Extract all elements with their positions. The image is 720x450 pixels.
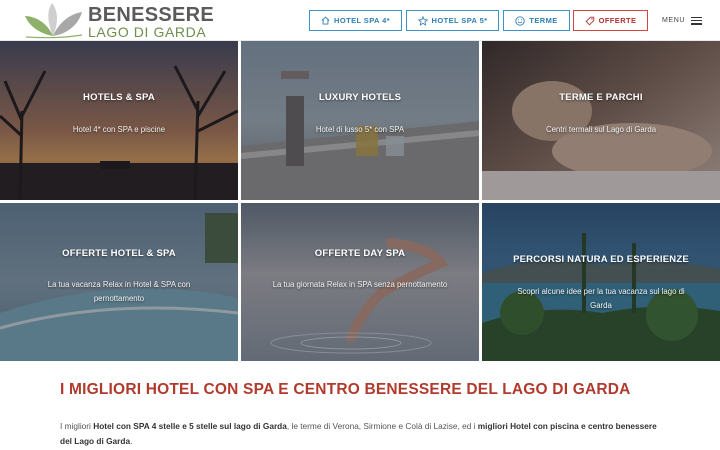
star-icon xyxy=(417,15,428,26)
site-header: BENESSERE LAGO DI GARDA HOTEL SPA 4* HOT… xyxy=(0,0,720,41)
logo-title: BENESSERE xyxy=(88,4,215,26)
para-text: . xyxy=(130,436,133,446)
nav-offerte-label: OFFERTE xyxy=(598,16,637,25)
tile-terme-parchi[interactable]: TERME E PARCHI Centri termali sul Lago d… xyxy=(482,41,720,200)
nav-hotel-spa-4-button[interactable]: HOTEL SPA 4* xyxy=(309,10,402,31)
logo-subtitle: LAGO DI GARDA xyxy=(88,24,207,40)
nav-offerte-button[interactable]: OFFERTE xyxy=(573,10,648,31)
tile-overlay xyxy=(482,41,720,200)
smile-icon xyxy=(515,15,526,26)
tile-title: OFFERTE DAY SPA xyxy=(314,248,406,259)
nav-hotel-spa-4-label: HOTEL SPA 4* xyxy=(334,16,390,25)
menu-label: MENU xyxy=(662,17,686,24)
tile-overlay xyxy=(241,41,479,200)
tile-hotels-spa[interactable]: HOTELS & SPA Hotel 4* con SPA e piscine xyxy=(0,41,238,200)
nav-terme-button[interactable]: TERME xyxy=(503,10,570,31)
tile-title: LUXURY HOTELS xyxy=(318,92,402,103)
intro-paragraph: I migliori Hotel con SPA 4 stelle e 5 st… xyxy=(60,419,660,449)
para-text: I migliori xyxy=(60,421,94,431)
tile-subtitle: Centri termali sul Lago di Garda xyxy=(545,125,657,134)
tile-title: PERCORSI NATURA ED ESPERIENZE xyxy=(513,254,689,265)
tile-offerte-hotel-spa[interactable]: OFFERTE HOTEL & SPA La tua vacanza Relax… xyxy=(0,203,238,361)
menu-toggle[interactable]: MENU xyxy=(662,14,703,27)
tile-title: OFFERTE HOTEL & SPA xyxy=(62,248,176,259)
nav-terme-label: TERME xyxy=(529,16,558,25)
leaf-logo-icon xyxy=(25,3,83,39)
para-bold-text: Hotel con SPA 4 stelle e 5 stelle sul la… xyxy=(93,421,287,431)
tile-luxury-hotels[interactable]: LUXURY HOTELS Hotel di lusso 5* con SPA xyxy=(241,41,479,200)
site-logo[interactable]: BENESSERE LAGO DI GARDA xyxy=(22,2,214,39)
tile-subtitle: Scopri alcune idee per la tua vacanza su… xyxy=(517,287,685,310)
page-headline: I MIGLIORI HOTEL CON SPA E CENTRO BENESS… xyxy=(60,381,631,398)
tile-title: TERME E PARCHI xyxy=(559,92,643,103)
tag-icon xyxy=(585,16,594,25)
nav-hotel-spa-5-label: HOTEL SPA 5* xyxy=(431,16,488,25)
nav-hotel-spa-5-button[interactable]: HOTEL SPA 5* xyxy=(406,10,499,31)
tile-offerte-day-spa[interactable]: OFFERTE DAY SPA La tua giornata Relax in… xyxy=(241,203,479,361)
tile-overlay xyxy=(482,203,720,361)
hamburger-icon xyxy=(691,16,703,25)
tile-overlay xyxy=(0,41,238,200)
tile-subtitle: Hotel di lusso 5* con SPA xyxy=(315,125,405,134)
house-icon xyxy=(321,16,330,25)
tile-title: HOTELS & SPA xyxy=(83,92,155,103)
tile-subtitle: La tua vacanza Relax in Hotel & SPA con … xyxy=(47,280,191,303)
tile-subtitle: Hotel 4* con SPA e piscine xyxy=(72,125,166,134)
tile-percorsi-natura[interactable]: PERCORSI NATURA ED ESPERIENZE Scopri alc… xyxy=(482,203,720,361)
para-text: , le terme di Verona, Sirmione e Colà di… xyxy=(286,421,478,431)
tile-subtitle: La tua giornata Relax in SPA senza perno… xyxy=(272,280,448,289)
